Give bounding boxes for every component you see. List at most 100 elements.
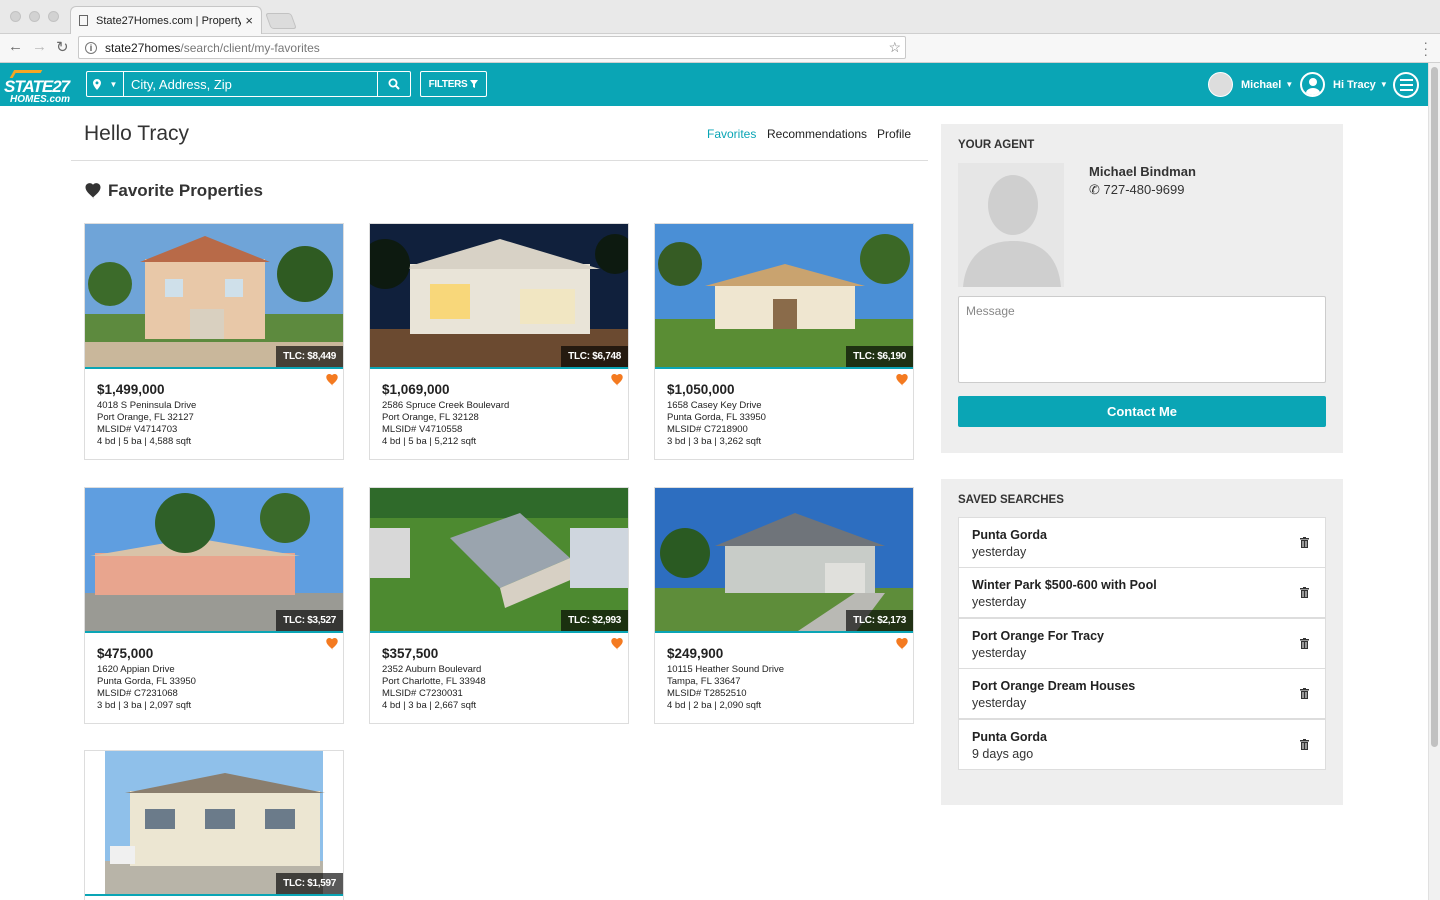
agent-photo-placeholder (958, 163, 1064, 287)
location-dropdown[interactable]: ▼ (87, 72, 124, 96)
message-textarea[interactable] (958, 296, 1326, 383)
property-address: 1620 Appian Drive (97, 664, 175, 675)
property-details: 3 bd | 3 ba | 3,262 sqft (667, 436, 762, 447)
tlc-badge: TLC: $2,993 (561, 610, 628, 631)
agent-panel: YOUR AGENT Michael Bindman ✆ 727-480-969… (941, 124, 1343, 453)
favorite-heart-icon[interactable] (895, 638, 909, 650)
property-price: $357,500 (382, 646, 439, 661)
favorite-heart-icon[interactable] (895, 374, 909, 386)
saved-search-item[interactable]: Punta Gorda yesterday (958, 517, 1326, 568)
property-photo[interactable]: TLC: $2,173 (655, 488, 913, 633)
close-window-dot[interactable] (10, 11, 21, 22)
search-button[interactable] (377, 72, 410, 96)
property-card[interactable]: TLC: $2,173 $249,900 10115 Heather Sound… (654, 487, 914, 724)
property-card[interactable]: TLC: $3,527 $475,000 1620 Appian Drive P… (84, 487, 344, 724)
agent-phone[interactable]: ✆ 727-480-9699 (1089, 182, 1185, 198)
bookmark-star-icon[interactable]: ☆ (888, 39, 901, 56)
agent-menu-label: Michael (1241, 78, 1282, 91)
tlc-badge: TLC: $1,597 (276, 873, 343, 894)
info-icon[interactable]: i (85, 41, 97, 54)
property-card[interactable]: TLC: $1,597 (84, 750, 344, 900)
property-city: Punta Gorda, FL 33950 (667, 412, 766, 423)
saved-search-date: yesterday (972, 595, 1027, 609)
property-photo[interactable]: TLC: $3,527 (85, 488, 343, 633)
heart-icon (85, 183, 101, 199)
browser-menu-icon[interactable]: · · · (1423, 35, 1428, 61)
tab-title: State27Homes.com | Property (96, 14, 242, 27)
back-arrow-icon[interactable]: ← (8, 38, 23, 55)
property-mls: MLSID# V4714703 (97, 424, 178, 435)
property-mls: MLSID# C7230031 (382, 688, 463, 699)
site-header: STATE27 HOMES.com ▼ FILTERS Michael ▼ Hi… (0, 63, 1428, 106)
trash-icon[interactable] (1300, 638, 1309, 649)
property-mls: MLSID# C7231068 (97, 688, 178, 699)
scrollbar-thumb[interactable] (1431, 67, 1438, 747)
tab-favorites[interactable]: Favorites (707, 127, 756, 141)
reload-icon[interactable]: ↻ (56, 38, 69, 56)
saved-search-item[interactable]: Port Orange Dream Houses yesterday (958, 668, 1326, 719)
state27homes-logo[interactable]: STATE27 HOMES.com (4, 67, 74, 105)
property-photo[interactable]: TLC: $6,748 (370, 224, 628, 369)
agent-menu[interactable]: Michael ▼ (1208, 72, 1293, 97)
close-tab-icon[interactable]: × (245, 13, 253, 28)
property-city: Punta Gorda, FL 33950 (97, 676, 196, 687)
property-price: $475,000 (97, 646, 154, 661)
new-tab-button[interactable] (265, 13, 297, 29)
contact-me-button[interactable]: Contact Me (958, 396, 1326, 427)
agent-avatar (1208, 72, 1233, 97)
tlc-badge: TLC: $2,173 (846, 610, 913, 631)
property-mls: MLSID# V4710558 (382, 424, 463, 435)
saved-search-item[interactable]: Punta Gorda 9 days ago (958, 719, 1326, 770)
person-silhouette-icon (958, 163, 1064, 287)
saved-search-item[interactable]: Port Orange For Tracy yesterday (958, 618, 1326, 669)
user-menu[interactable]: Hi Tracy ▼ (1300, 72, 1388, 97)
saved-search-name: Punta Gorda (972, 730, 1048, 744)
property-photo[interactable]: TLC: $8,449 (85, 224, 343, 369)
trash-icon[interactable] (1300, 739, 1309, 750)
filters-button[interactable]: FILTERS (420, 71, 487, 97)
property-photo[interactable]: TLC: $2,993 (370, 488, 628, 633)
minimize-window-dot[interactable] (29, 11, 40, 22)
maximize-window-dot[interactable] (48, 11, 59, 22)
property-details: 4 bd | 5 ba | 5,212 sqft (382, 436, 477, 447)
agent-phone-number: 727-480-9699 (1103, 182, 1185, 197)
url-input[interactable]: i state27homes/search/client/my-favorite… (78, 36, 906, 59)
property-address: 4018 S Peninsula Drive (97, 400, 197, 411)
search-bar: ▼ (86, 71, 411, 97)
favorite-heart-icon[interactable] (610, 374, 624, 386)
tab-recommendations[interactable]: Recommendations (767, 127, 867, 141)
search-input[interactable] (124, 72, 377, 96)
favorite-heart-icon[interactable] (610, 638, 624, 650)
property-price: $1,069,000 (382, 382, 450, 397)
forward-arrow-icon[interactable]: → (32, 38, 47, 55)
tab-profile[interactable]: Profile (877, 127, 911, 141)
tlc-badge: TLC: $3,527 (276, 610, 343, 631)
saved-searches-heading: SAVED SEARCHES (958, 494, 1064, 506)
property-card[interactable]: TLC: $6,190 $1,050,000 1658 Casey Key Dr… (654, 223, 914, 460)
browser-tab[interactable]: State27Homes.com | Property × (70, 6, 262, 34)
saved-search-item[interactable]: Winter Park $500-600 with Pool yesterday (958, 567, 1326, 618)
property-mls: MLSID# C7218900 (667, 424, 748, 435)
property-details: 3 bd | 3 ba | 2,097 sqft (97, 700, 192, 711)
chevron-down-icon: ▼ (109, 79, 118, 89)
address-bar-row: ← → ↻ i state27homes/search/client/my-fa… (0, 34, 1440, 63)
property-city: Tampa, FL 33647 (667, 676, 741, 687)
trash-icon[interactable] (1300, 587, 1309, 598)
property-card[interactable]: TLC: $2,993 $357,500 2352 Auburn Bouleva… (369, 487, 629, 724)
saved-search-date: yesterday (972, 646, 1027, 660)
property-photo[interactable]: TLC: $1,597 (85, 751, 343, 896)
trash-icon[interactable] (1300, 688, 1309, 699)
hamburger-menu-icon[interactable] (1393, 72, 1419, 98)
favorite-heart-icon[interactable] (325, 374, 339, 386)
property-address: 1658 Casey Key Drive (667, 400, 762, 411)
property-city: Port Orange, FL 32127 (97, 412, 194, 423)
property-card[interactable]: TLC: $8,449 $1,499,000 4018 S Peninsula … (84, 223, 344, 460)
window-controls[interactable] (10, 11, 59, 22)
favorites-heading-text: Favorite Properties (108, 181, 263, 200)
trash-icon[interactable] (1300, 537, 1309, 548)
page-scrollbar[interactable] (1428, 63, 1440, 900)
property-photo[interactable]: TLC: $6,190 (655, 224, 913, 369)
property-card[interactable]: TLC: $6,748 $1,069,000 2586 Spruce Creek… (369, 223, 629, 460)
favorite-heart-icon[interactable] (325, 638, 339, 650)
saved-search-name: Winter Park $500-600 with Pool (972, 578, 1157, 592)
